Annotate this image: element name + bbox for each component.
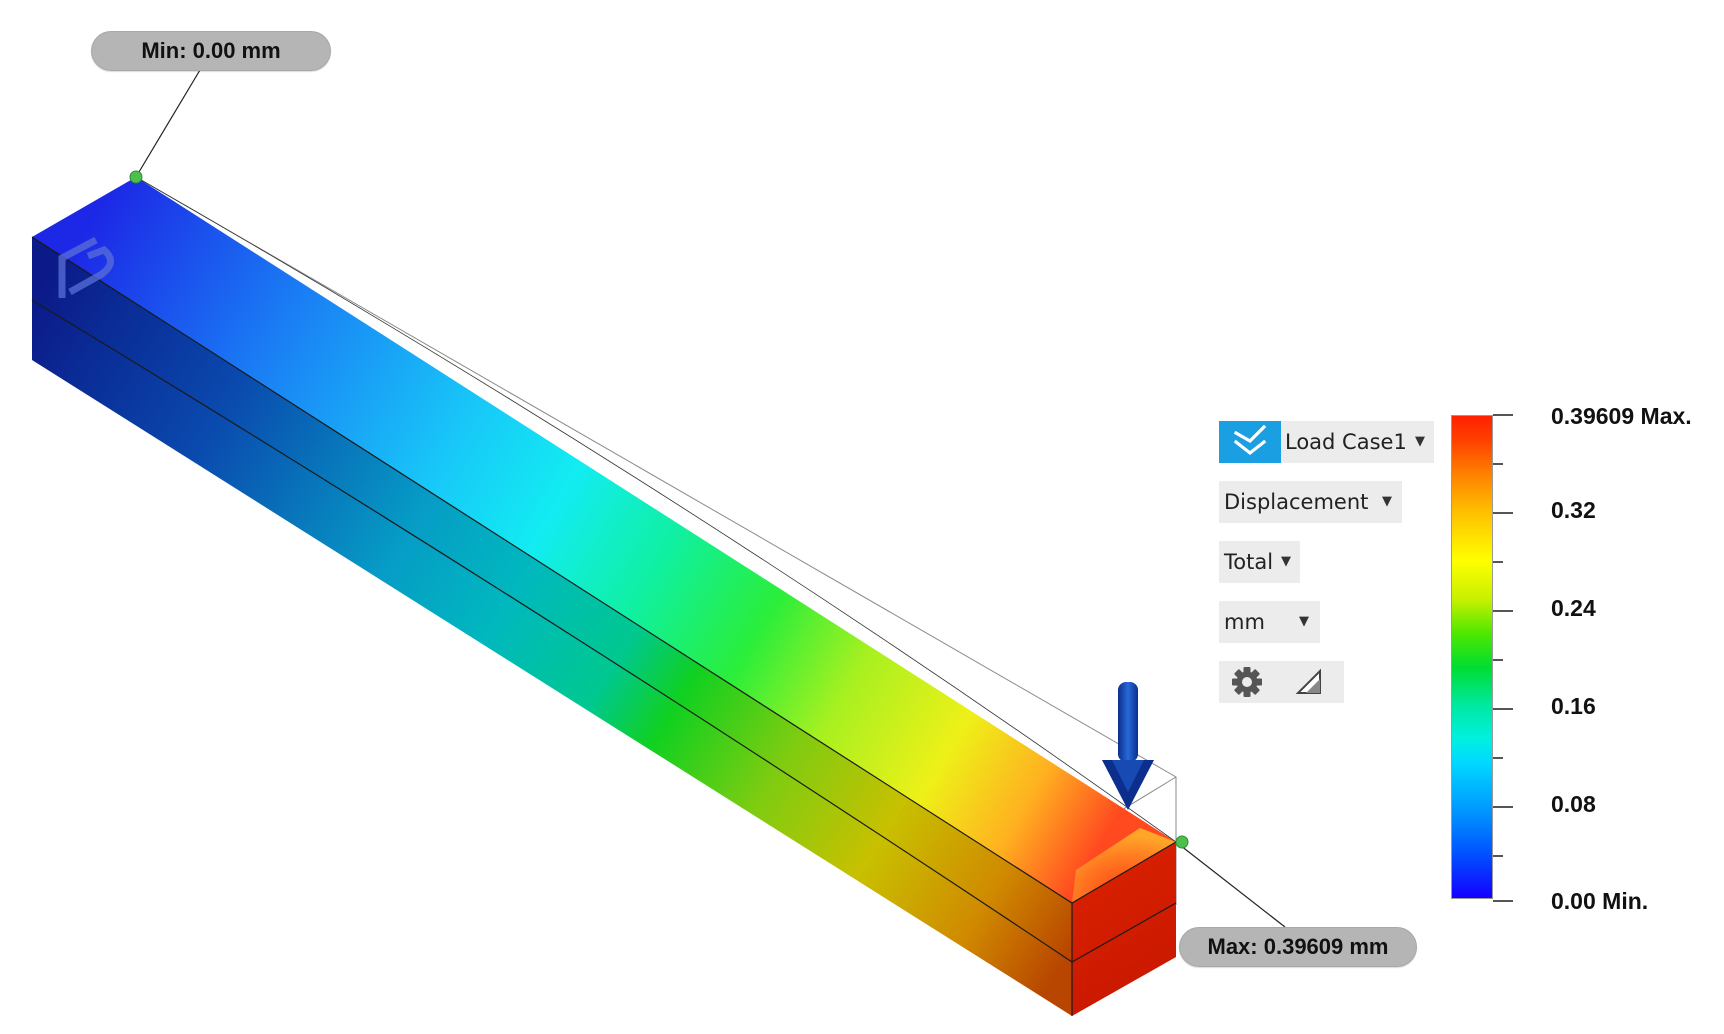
min-leader-line: [135, 69, 201, 178]
legend-label: 0.32: [1551, 497, 1596, 523]
load-case-label: Load Case1: [1285, 430, 1407, 454]
double-chevron-down-icon[interactable]: [1219, 421, 1281, 463]
legend-ticks: [1493, 414, 1513, 902]
load-case-dropdown[interactable]: Load Case1 ▼: [1219, 421, 1434, 463]
units-label: mm: [1224, 610, 1265, 634]
legend-label: 0.16: [1551, 693, 1596, 719]
min-probe-label: Min: 0.00 mm: [91, 31, 331, 71]
chevron-down-icon: ▼: [1382, 494, 1392, 509]
max-probe-point[interactable]: [1175, 835, 1189, 849]
chevron-down-icon: ▼: [1299, 614, 1309, 629]
component-dropdown[interactable]: Total ▼: [1219, 541, 1300, 583]
chevron-down-icon: ▼: [1415, 434, 1425, 449]
component-label: Total: [1224, 550, 1274, 574]
result-type-label: Displacement: [1224, 490, 1369, 514]
result-type-dropdown[interactable]: Displacement ▼: [1219, 481, 1402, 523]
load-arrow-icon[interactable]: [1102, 682, 1154, 810]
gear-icon[interactable]: [1230, 666, 1264, 698]
units-dropdown[interactable]: mm ▼: [1219, 601, 1320, 643]
legend-label: 0.24: [1551, 595, 1596, 621]
beam-top-face: [32, 177, 1176, 903]
legend-label-max: 0.39609 Max.: [1551, 403, 1692, 429]
legend-color-bar: [1451, 415, 1493, 899]
max-leader-line: [1175, 841, 1286, 928]
legend-tools: [1219, 661, 1344, 703]
max-probe-label: Max: 0.39609 mm: [1179, 927, 1417, 967]
legend-label: 0.08: [1551, 791, 1596, 817]
contour-triangle-icon[interactable]: [1294, 667, 1324, 697]
chevron-down-icon: ▼: [1281, 554, 1291, 569]
min-probe-point[interactable]: [129, 170, 143, 184]
legend-label-min: 0.00 Min.: [1551, 888, 1649, 914]
